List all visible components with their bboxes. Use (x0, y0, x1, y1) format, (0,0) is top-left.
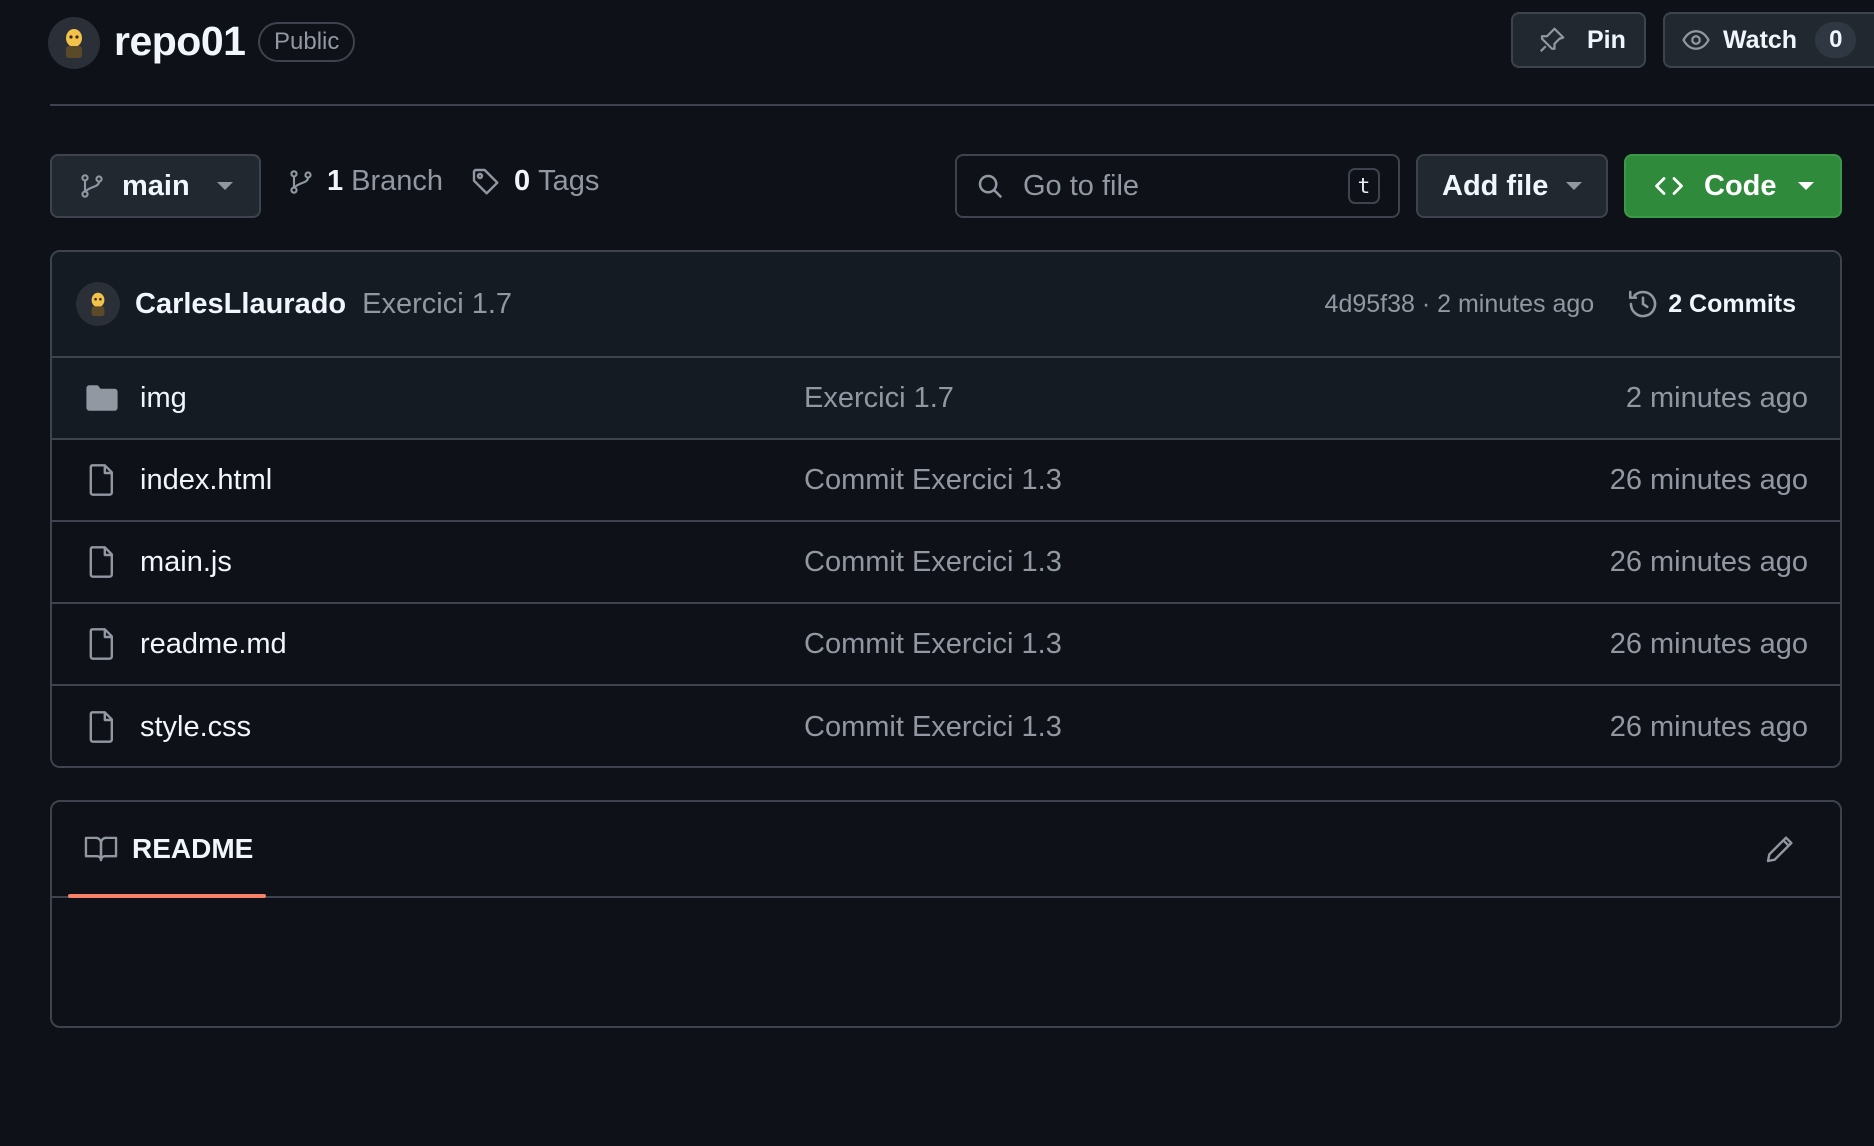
code-button[interactable]: Code (1624, 154, 1842, 218)
file-row[interactable]: style.css Commit Exercici 1.3 26 minutes… (52, 686, 1840, 766)
file-icon (84, 627, 120, 661)
history-icon (1626, 287, 1668, 321)
tag-count: 0 (514, 165, 531, 197)
go-to-file-input[interactable]: Go to file t (955, 154, 1400, 218)
readme-header: README (52, 802, 1840, 898)
file-commit-date: 26 minutes ago (1609, 710, 1808, 743)
file-commit-message[interactable]: Commit Exercici 1.3 (804, 628, 1610, 661)
tags-link[interactable]: 0 Tags (470, 165, 599, 198)
tag-icon (470, 166, 502, 198)
commits-history-link[interactable]: 2 Commits (1626, 287, 1796, 321)
file-row[interactable]: index.html Commit Exercici 1.3 26 minute… (52, 440, 1840, 522)
pin-button[interactable]: Pin (1511, 12, 1646, 68)
folder-icon (84, 383, 120, 413)
chevron-down-icon (1566, 182, 1582, 190)
pin-icon (1537, 25, 1587, 55)
add-file-label: Add file (1442, 169, 1549, 202)
file-name[interactable]: main.js (140, 546, 804, 579)
search-icon (975, 171, 1005, 201)
file-name[interactable]: img (140, 382, 804, 415)
repo-name[interactable]: repo01 (114, 18, 246, 65)
commit-author[interactable]: CarlesLlaurado (135, 288, 346, 321)
code-label: Code (1704, 169, 1777, 202)
pencil-icon[interactable] (1764, 833, 1796, 865)
chevron-down-icon (217, 182, 233, 190)
pin-label: Pin (1587, 25, 1626, 54)
file-icon (84, 463, 120, 497)
file-commit-date: 26 minutes ago (1609, 627, 1808, 660)
chevron-down-icon (1798, 182, 1814, 190)
watch-label: Watch (1723, 25, 1798, 54)
commit-hash-and-time[interactable]: 4d95f38 · 2 minutes ago (1325, 290, 1595, 319)
file-commit-date: 2 minutes ago (1625, 381, 1808, 414)
file-commit-message[interactable]: Exercici 1.7 (804, 382, 1626, 415)
file-commit-date: 26 minutes ago (1609, 545, 1808, 578)
commits-count-label: 2 Commits (1668, 289, 1796, 318)
file-row[interactable]: img Exercici 1.7 2 minutes ago (52, 358, 1840, 440)
active-tab-underline (68, 894, 266, 898)
header-divider (50, 104, 1874, 106)
branch-count: 1 (327, 165, 344, 197)
repo-owner-avatar[interactable] (48, 17, 100, 69)
go-to-file-placeholder: Go to file (1023, 169, 1140, 202)
branch-label: Branch (351, 165, 444, 197)
code-icon (1652, 171, 1686, 201)
file-name[interactable]: style.css (140, 711, 804, 744)
file-icon (84, 545, 120, 579)
file-commit-date: 26 minutes ago (1609, 463, 1808, 496)
file-icon (84, 710, 120, 744)
add-file-button[interactable]: Add file (1416, 154, 1608, 218)
commit-message[interactable]: Exercici 1.7 (362, 288, 1324, 321)
eye-icon (1681, 25, 1723, 55)
watch-button[interactable]: Watch 0 (1663, 12, 1874, 68)
file-commit-message[interactable]: Commit Exercici 1.3 (804, 546, 1610, 579)
readme-panel: README (50, 800, 1842, 1028)
file-name[interactable]: index.html (140, 464, 804, 497)
readme-tab[interactable]: README (84, 833, 1764, 865)
file-commit-message[interactable]: Commit Exercici 1.3 (804, 711, 1610, 744)
visibility-badge: Public (258, 22, 356, 62)
branch-name: main (122, 169, 190, 202)
file-name[interactable]: readme.md (140, 628, 804, 661)
branch-selector-button[interactable]: main (50, 154, 261, 218)
keyboard-shortcut-hint: t (1348, 168, 1380, 204)
branches-link[interactable]: 1 Branch (287, 165, 443, 198)
file-row[interactable]: main.js Commit Exercici 1.3 26 minutes a… (52, 522, 1840, 604)
book-icon (84, 834, 132, 864)
git-branch-icon (287, 167, 315, 197)
git-branch-icon (78, 171, 106, 201)
file-row[interactable]: readme.md Commit Exercici 1.3 26 minutes… (52, 604, 1840, 686)
file-commit-message[interactable]: Commit Exercici 1.3 (804, 464, 1610, 497)
readme-tab-label: README (132, 833, 254, 864)
commit-author-avatar[interactable] (76, 282, 120, 326)
watch-count: 0 (1815, 22, 1857, 58)
latest-commit-bar: CarlesLlaurado Exercici 1.7 4d95f38 · 2 … (52, 252, 1840, 358)
tag-label: Tags (538, 165, 600, 197)
file-table: CarlesLlaurado Exercici 1.7 4d95f38 · 2 … (50, 250, 1842, 768)
